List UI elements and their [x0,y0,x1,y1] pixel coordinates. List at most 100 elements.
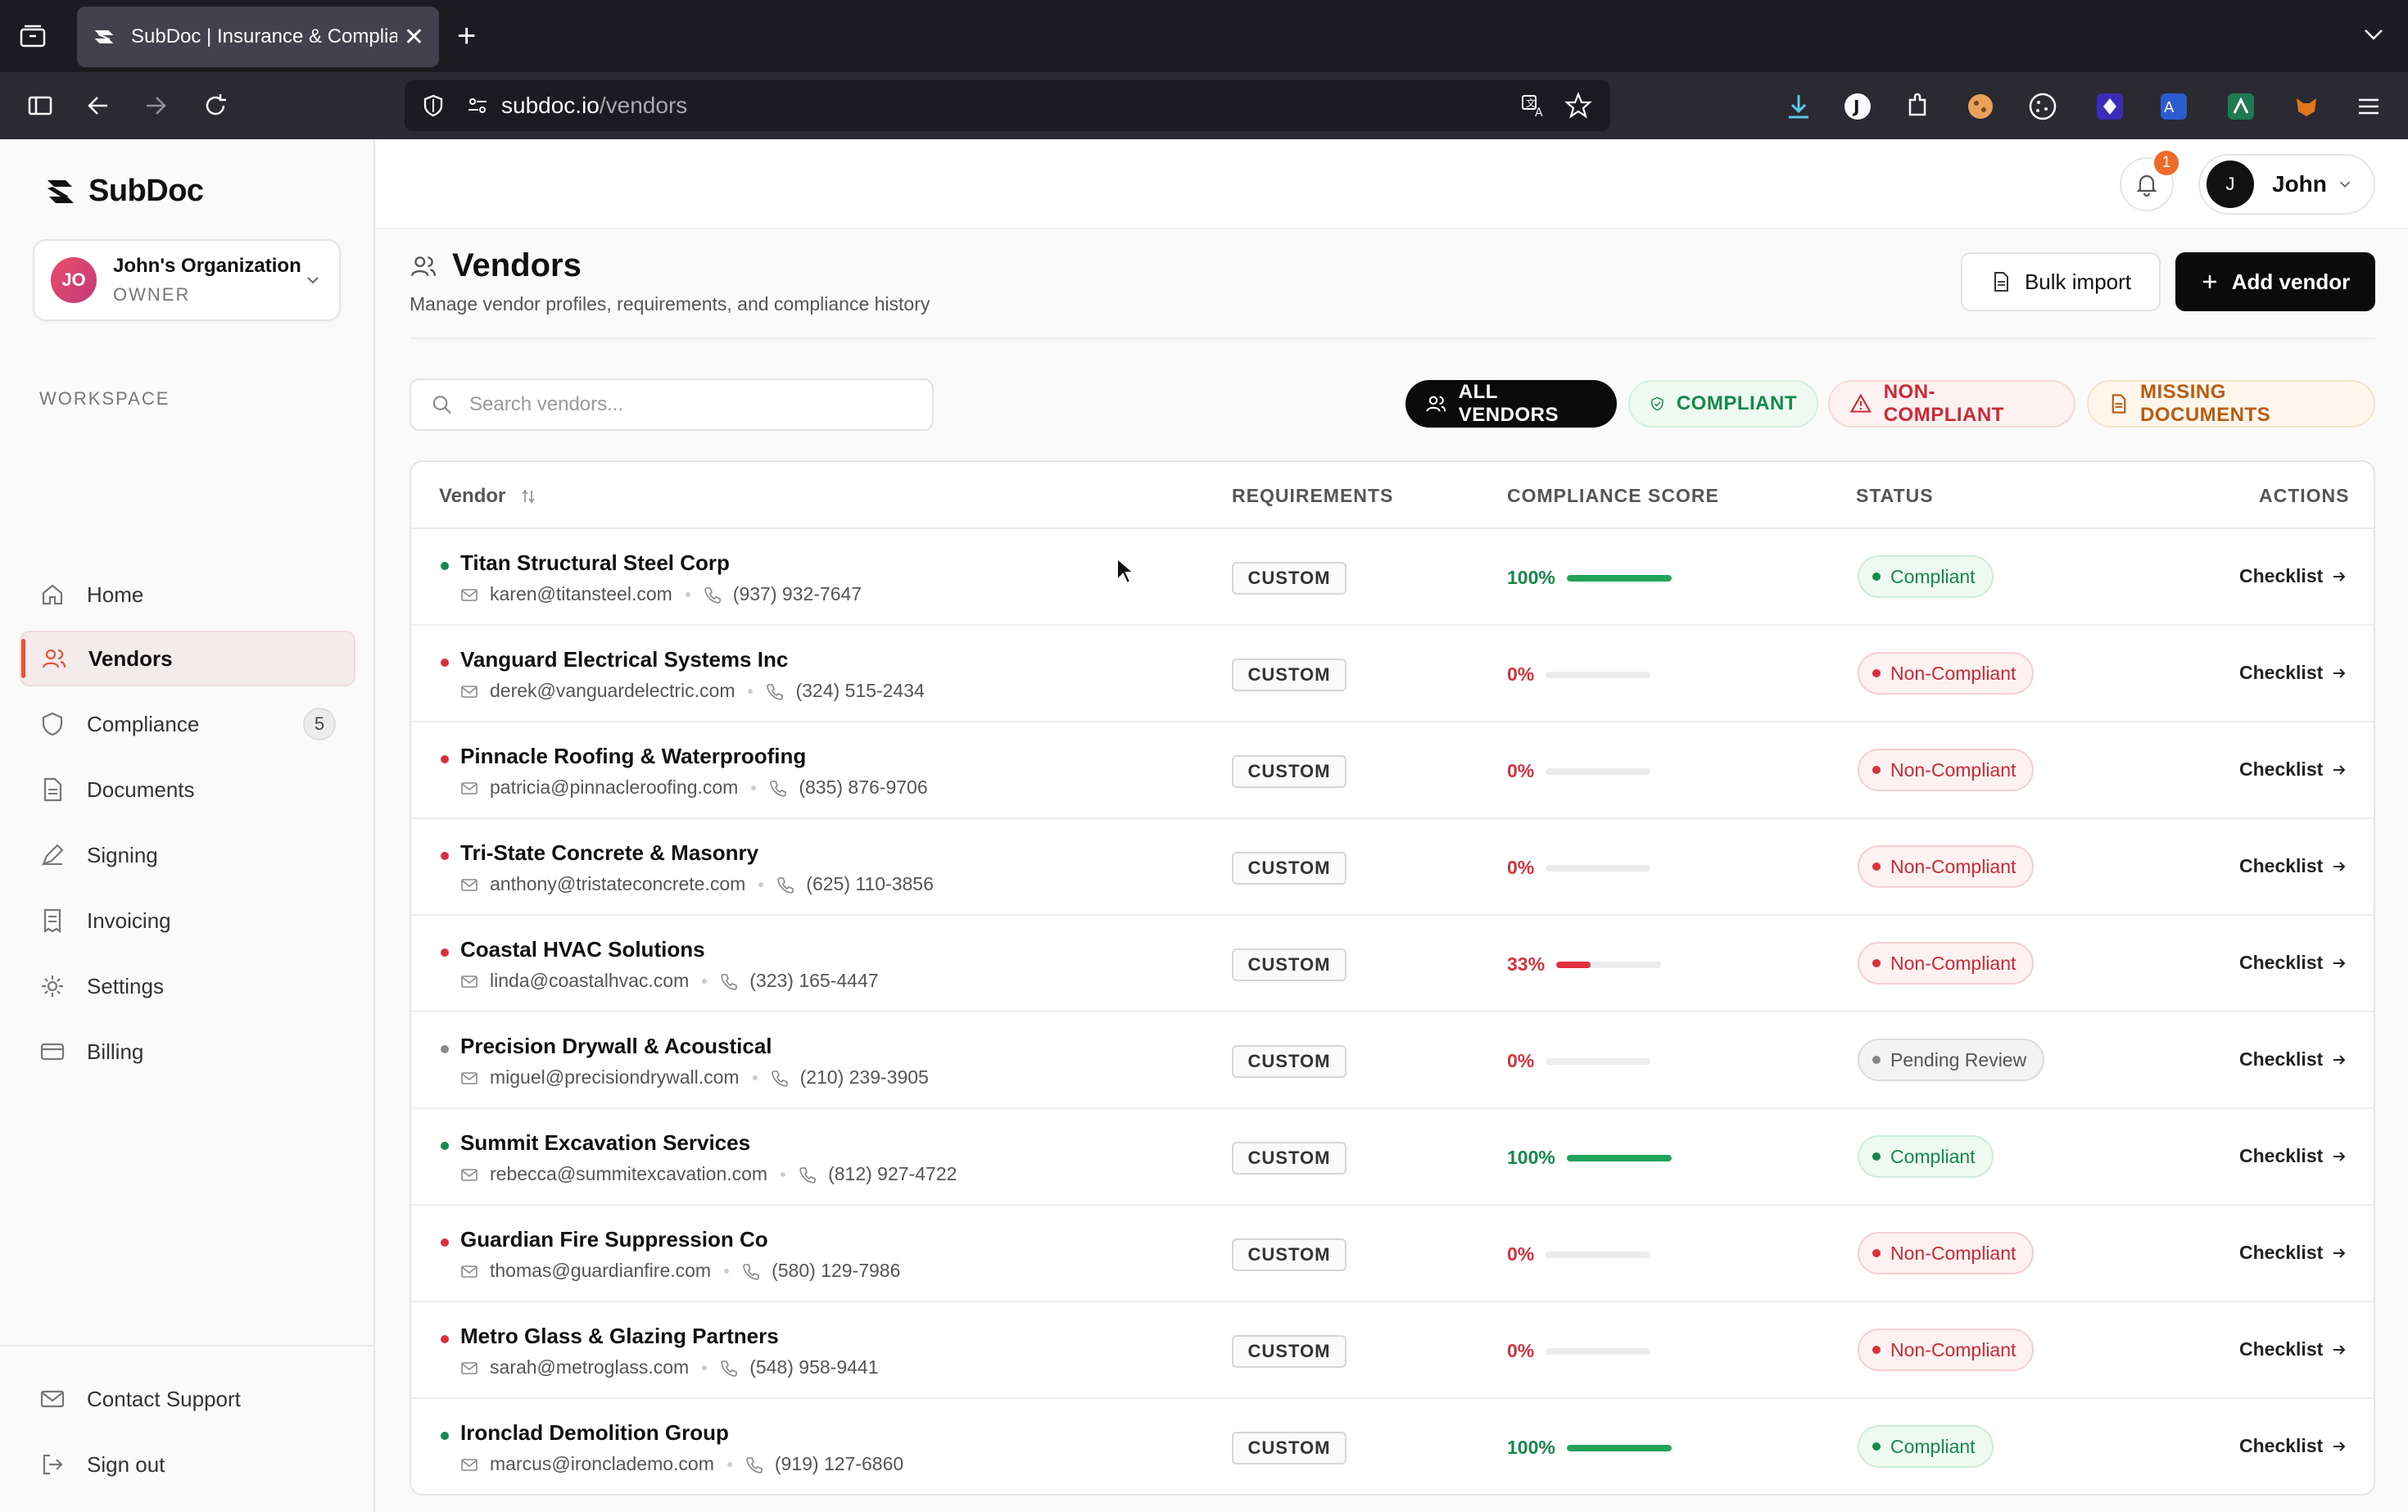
reload-icon[interactable] [198,88,233,123]
sidebar-item-billing[interactable]: Billing [20,1024,355,1080]
new-tab-icon[interactable]: + [457,16,476,56]
checklist-link[interactable]: Checklist [2239,952,2347,974]
vendor-contact: anthony@tristateconcrete.com (625) 110-38… [460,873,934,895]
vendor-search[interactable] [410,378,934,431]
requirement-badge: CUSTOM [1232,1432,1347,1464]
filter-compliant[interactable]: COMPLIANT [1628,380,1818,428]
table-row[interactable]: Metro Glass & Glazing Partners sarah@metr… [411,1302,2374,1399]
vendor-name[interactable]: Ironclad Demolition Group [460,1420,729,1446]
table-row[interactable]: Summit Excavation Services rebecca@summit… [411,1109,2374,1206]
table-row[interactable]: Tri-State Concrete & Masonry anthony@tris… [411,819,2374,916]
cookie-outline-extension-icon[interactable] [2026,90,2059,123]
filter-missing-documents[interactable]: MISSING DOCUMENTS [2087,380,2375,428]
bulk-import-label: Bulk import [2024,269,2132,294]
vendor-name[interactable]: Pinnacle Roofing & Waterproofing [460,744,806,769]
sidebar-toggle-icon[interactable] [23,88,57,123]
checklist-link[interactable]: Checklist [2239,1048,2347,1071]
vendor-name[interactable]: Metro Glass & Glazing Partners [460,1324,779,1349]
table-row[interactable]: Titan Structural Steel Corp karen@titanst… [411,529,2374,626]
table-row[interactable]: Vanguard Electrical Systems Inc derek@van… [411,626,2374,722]
vendor-phone: (210) 239-3905 [799,1066,929,1088]
vendor-email: miguel@precisiondrywall.com [490,1066,740,1088]
vendor-name[interactable]: Titan Structural Steel Corp [460,550,730,576]
vendor-column-header[interactable]: Vendor [439,485,537,508]
status-badge-dot [1872,862,1881,871]
sidebar-item-invoicing[interactable]: Invoicing [20,893,355,948]
account-j-extension-icon[interactable]: J [1841,90,1874,123]
table-row[interactable]: Coastal HVAC Solutions linda@coastalhvac.… [411,916,2374,1012]
vendor-name[interactable]: Coastal HVAC Solutions [460,937,705,962]
tab-overview-icon[interactable] [16,20,49,52]
requirement-badge: CUSTOM [1232,755,1347,788]
fox-extension-icon[interactable] [2290,90,2323,123]
vendor-name[interactable]: Tri-State Concrete & Masonry [460,840,758,866]
browser-tab-active[interactable]: SubDoc | Insurance & Compliance ✕ [77,7,439,67]
sidebar-item-home[interactable]: Home [20,567,355,622]
table-row[interactable]: Guardian Fire Suppression Co thomas@guard… [411,1206,2374,1302]
vendor-contact: patricia@pinnacleroofing.com (835) 876-97… [460,776,928,799]
checklist-link[interactable]: Checklist [2239,758,2347,781]
diamond-extension-icon[interactable] [2093,90,2126,123]
translate-extension-icon[interactable]: A [2157,90,2190,123]
vendor-contact: derek@vanguardelectric.com (324) 515-2434 [460,680,925,702]
organization-switcher[interactable]: JO John's Organization OWNER [33,239,341,321]
table-row[interactable]: Pinnacle Roofing & Waterproofing patricia… [411,722,2374,819]
sidebar-item-vendors[interactable]: Vendors [20,631,355,686]
site-permissions-icon[interactable] [465,93,490,118]
list-tabs-chevron-icon[interactable] [2357,18,2390,51]
add-vendor-button[interactable]: Add vendor [2175,252,2375,311]
vendor-name[interactable]: Vanguard Electrical Systems Inc [460,647,788,672]
compliance-score: 100% [1507,567,1672,589]
checklist-label: Checklist [2239,1338,2324,1360]
table-row[interactable]: Precision Drywall & Acoustical miguel@pre… [411,1012,2374,1109]
vendor-name[interactable]: Summit Excavation Services [460,1130,750,1156]
url-bar[interactable]: subdoc.io/vendors 文A [405,80,1610,131]
vendor-name[interactable]: Precision Drywall & Acoustical [460,1034,772,1059]
checklist-label: Checklist [2239,758,2324,780]
brand[interactable]: SubDoc [44,174,204,209]
score-value: 0% [1507,663,1535,685]
mail-icon [40,1390,65,1408]
downloads-icon[interactable] [1782,90,1815,123]
app-menu-hamburger-icon[interactable] [2352,90,2385,123]
green-extension-icon[interactable] [2225,90,2257,123]
sidebar-item-compliance[interactable]: Compliance 5 [20,696,355,752]
bulk-import-button[interactable]: Bulk import [1961,252,2161,311]
sidebar-item-signing[interactable]: Signing [20,827,355,883]
user-menu-button[interactable]: J John [2198,154,2375,215]
search-input[interactable] [469,393,912,416]
sidebar-item-settings[interactable]: Settings [20,958,355,1014]
filter-missing-label: MISSING DOCUMENTS [2140,381,2271,426]
forward-arrow-icon[interactable] [139,88,174,123]
sidebar-item-documents[interactable]: Documents [20,762,355,817]
table-row[interactable]: Ironclad Demolition Group marcus@ironclad… [411,1399,2374,1494]
sign-out-button[interactable]: Sign out [20,1437,355,1492]
contact-support-link[interactable]: Contact Support [20,1371,355,1427]
status-badge-dot [1872,766,1881,774]
requirement-badge: CUSTOM [1232,1045,1347,1078]
separator-dot [702,978,708,984]
cookie-extension-icon[interactable] [1964,90,1997,123]
filter-non-compliant[interactable]: NON-COMPLIANT [1828,380,2075,428]
bookmark-star-icon[interactable] [1564,92,1592,120]
back-arrow-icon[interactable] [80,88,115,123]
checklist-link[interactable]: Checklist [2239,662,2347,684]
checklist-link[interactable]: Checklist [2239,1338,2347,1360]
extensions-puzzle-icon[interactable] [1902,90,1935,123]
vendor-email: karen@titansteel.com [490,583,672,604]
vendor-name[interactable]: Guardian Fire Suppression Co [460,1227,768,1252]
checklist-link[interactable]: Checklist [2239,565,2347,587]
notifications-button[interactable]: 1 [2120,151,2179,211]
status-dot [441,1238,449,1247]
checklist-link[interactable]: Checklist [2239,1145,2347,1167]
tracking-protection-shield-icon[interactable] [421,93,446,118]
requirement-badge: CUSTOM [1232,948,1347,981]
translate-icon[interactable]: 文A [1520,92,1548,120]
page-subtitle: Manage vendor profiles, requirements, an… [410,293,930,315]
close-tab-icon[interactable]: ✕ [404,23,424,52]
checklist-link[interactable]: Checklist [2239,855,2347,877]
checklist-link[interactable]: Checklist [2239,1435,2347,1457]
sort-icon[interactable] [519,487,537,505]
checklist-link[interactable]: Checklist [2239,1242,2347,1264]
filter-all-vendors[interactable]: ALL VENDORS [1405,380,1617,428]
